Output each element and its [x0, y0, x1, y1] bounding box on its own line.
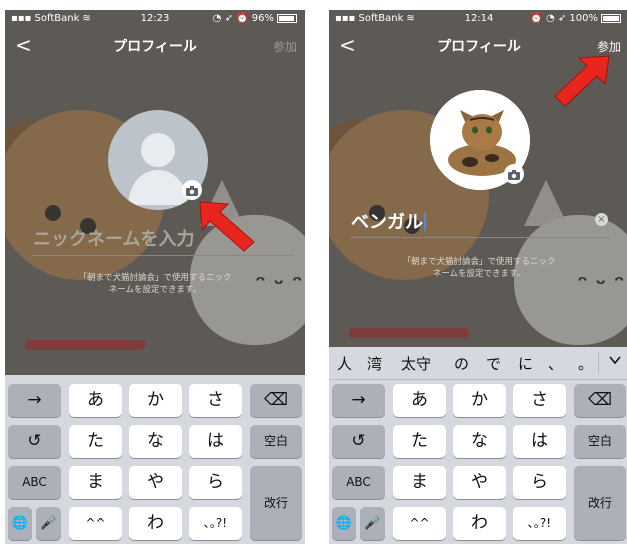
key-wa[interactable]: わ [129, 507, 182, 540]
key-ra[interactable]: ら [189, 466, 242, 499]
status-bar: ▪▪▪ SoftBank ≋ 12:14 ⏰ ◔ ➶ 100% [329, 10, 627, 28]
key-sa[interactable]: さ [513, 384, 566, 417]
suggestion-item[interactable]: 人 [337, 353, 352, 374]
key-ha[interactable]: は [189, 425, 242, 458]
camera-icon[interactable] [182, 180, 202, 200]
battery-icon [277, 13, 297, 23]
key-na[interactable]: な [129, 425, 182, 458]
key-punctuation[interactable]: ､｡?! [513, 507, 566, 540]
nickname-value: ベンガル [351, 208, 426, 234]
input-underline [351, 237, 611, 238]
suggestion-item[interactable]: で [486, 353, 501, 374]
suggestion-item[interactable]: 。 [578, 353, 593, 374]
key-next[interactable]: → [8, 384, 61, 417]
battery-percent: 100% [569, 13, 598, 24]
status-right: ◔ ➶ ⏰ 96% [213, 13, 297, 24]
suggestion-divider [598, 352, 599, 374]
key-undo[interactable]: ↺ [8, 425, 61, 458]
status-right: ⏰ ◔ ➶ 100% [530, 13, 621, 24]
phone-screen-right: ᵔ ᵕ ᵔ ▪▪▪ SoftBank ≋ 12:14 ⏰ ◔ ➶ 100% < プ… [329, 10, 627, 544]
key-ya[interactable]: や [129, 466, 182, 499]
suggestion-item[interactable]: 太守 [401, 353, 431, 374]
japanese-keyboard: → あ か さ ⌫ ↺ た な は 空白 ABC ま や ら 改行 🌐 🎤 ^^… [5, 377, 305, 544]
red-arrow-icon [551, 54, 611, 113]
join-button[interactable]: 参加 [273, 38, 297, 55]
key-na[interactable]: な [453, 425, 506, 458]
microphone-icon[interactable]: 🎤 [360, 507, 385, 540]
join-button[interactable]: 参加 [597, 38, 621, 55]
globe-icon[interactable]: 🌐 [332, 507, 356, 540]
key-kaomoji[interactable]: ^^ [393, 507, 446, 540]
key-ka[interactable]: か [129, 384, 182, 417]
status-icons: ⏰ ◔ ➶ [530, 13, 570, 24]
key-ma[interactable]: ま [393, 466, 446, 499]
key-ta[interactable]: た [69, 425, 122, 458]
key-a[interactable]: あ [69, 384, 122, 417]
key-ha[interactable]: は [513, 425, 566, 458]
key-abc[interactable]: ABC [8, 466, 61, 499]
battery-icon [601, 13, 621, 23]
nickname-placeholder: ニックネームを入力 [33, 229, 195, 250]
red-arrow-icon [198, 198, 258, 257]
suggestion-item[interactable]: に [518, 353, 533, 374]
key-return[interactable]: 改行 [574, 466, 626, 540]
key-wa[interactable]: わ [453, 507, 506, 540]
key-abc[interactable]: ABC [332, 466, 385, 499]
japanese-keyboard: → あ か さ ⌫ ↺ た な は 空白 ABC ま や ら 改行 🌐 🎤 ^^… [329, 380, 627, 544]
page-title: プロフィール [437, 39, 521, 55]
nickname-input[interactable]: ベンガル [351, 208, 611, 236]
page-title: プロフィール [113, 39, 197, 55]
key-return[interactable]: 改行 [250, 466, 302, 540]
phone-screen-left: ᵔ ᵕ ᵔ ▪▪▪ SoftBank ≋ 12:23 ◔ ➶ ⏰ 96% < プロ… [5, 10, 305, 544]
key-next[interactable]: → [332, 384, 385, 417]
battery-percent: 96% [251, 13, 274, 24]
backspace-icon[interactable]: ⌫ [574, 384, 626, 417]
camera-icon[interactable] [504, 164, 524, 184]
key-kaomoji[interactable]: ^^ [69, 507, 122, 540]
key-ma[interactable]: ま [69, 466, 122, 499]
status-icons: ◔ ➶ ⏰ [212, 13, 252, 24]
status-bar: ▪▪▪ SoftBank ≋ 12:23 ◔ ➶ ⏰ 96% [5, 10, 305, 28]
globe-icon[interactable]: 🌐 [8, 507, 32, 540]
key-space[interactable]: 空白 [574, 425, 626, 458]
text-caret [424, 213, 426, 231]
nav-bar: < プロフィール 参加 [5, 30, 305, 60]
key-sa[interactable]: さ [189, 384, 242, 417]
nickname-hint: 「朝まで犬猫討論会」で使用するニック ネームを設定できます。 [78, 273, 232, 295]
key-ka[interactable]: か [453, 384, 506, 417]
suggestion-item[interactable]: の [454, 353, 469, 374]
suggestion-bar: 人 湾 太守 の で に 、 。 [329, 347, 627, 380]
key-punctuation[interactable]: ､｡?! [189, 507, 242, 540]
clear-input-button[interactable]: × [595, 213, 608, 226]
backspace-icon[interactable]: ⌫ [250, 384, 302, 417]
key-ya[interactable]: や [453, 466, 506, 499]
suggestion-item[interactable]: 湾 [367, 353, 382, 374]
suggestion-item[interactable]: 、 [548, 353, 563, 374]
key-undo[interactable]: ↺ [332, 425, 385, 458]
key-ra[interactable]: ら [513, 466, 566, 499]
chevron-down-icon[interactable] [608, 353, 622, 367]
nickname-hint: 「朝まで犬猫討論会」で使用するニック ネームを設定できます。 [402, 257, 556, 279]
key-ta[interactable]: た [393, 425, 446, 458]
microphone-icon[interactable]: 🎤 [36, 507, 61, 540]
key-space[interactable]: 空白 [250, 425, 302, 458]
key-a[interactable]: あ [393, 384, 446, 417]
